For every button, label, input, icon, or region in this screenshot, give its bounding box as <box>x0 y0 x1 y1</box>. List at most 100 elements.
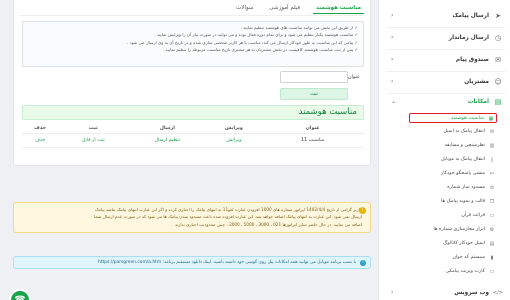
chevron-left-icon: ‹ <box>391 289 394 296</box>
submenu-label: نظرسنجی و مسابقه <box>444 143 486 148</box>
info-text: با نصب برنامه موبایل می توانید همه امکان… <box>98 260 356 265</box>
submenu-label: سیستم کد خوان <box>452 255 485 260</box>
submenu-label: قالب و نمونه پیامک ها <box>441 199 485 204</box>
title-input[interactable] <box>280 71 348 83</box>
submenu-item-poll[interactable]: ▥ نظرسنجی و مسابقه <box>409 141 497 151</box>
tab-bar: مناسبت هوشمند فیلم آموزشی سوالات <box>233 3 364 14</box>
submenu-label: قرائت قرآن <box>461 213 485 218</box>
submenu-item-code-reader[interactable]: ▮ سیستم کد خوان <box>409 253 497 263</box>
submenu-item-auto-reply[interactable]: ↩ منشی پاسخگو خودکار <box>409 169 497 179</box>
submenu-label: ابزار مجازسازی شماره ها <box>433 227 485 232</box>
tab-questions[interactable]: سوالات <box>233 3 256 14</box>
inbox-icon: ✉ <box>495 56 501 64</box>
submenu-item-number-blocker[interactable]: ⊘ مسدود ساز شماره <box>409 183 497 193</box>
sidebar-item-inbox[interactable]: ✉ صندوق پیام ‹ <box>387 54 505 66</box>
submenu-item-number-tools[interactable]: ⚙ ابزار مجازسازی شماره ها <box>409 225 497 235</box>
support-chat-button[interactable]: ☎ <box>9 289 31 300</box>
template-icon: ❐ <box>489 199 495 205</box>
col-edit: ویرایش <box>206 124 262 134</box>
col-send: ارسال <box>128 124 207 134</box>
clipboard-icon: ▤ <box>494 98 502 106</box>
chevron-down-icon: ⌄ <box>391 98 397 105</box>
table-row: مناسبت 11 ویرایش تنظیم ارسال ثبت از فایل… <box>22 133 364 148</box>
col-delete: حذف <box>22 124 59 134</box>
book-icon: ▭ <box>489 213 495 219</box>
catalog-icon: ▤ <box>489 241 495 247</box>
submenu-label: مناسبت هوشمند <box>451 116 484 121</box>
mobile-icon: ▯ <box>490 157 494 163</box>
submenu-label: مسدود ساز شماره <box>447 185 485 190</box>
note-line: ✓ از طریق این بخش می توانید مناسبت های ه… <box>240 25 358 30</box>
submenu-item-quran[interactable]: ▭ قرائت قرآن <box>409 211 497 221</box>
edit-link[interactable]: ویرایش <box>226 138 241 143</box>
row-title: مناسبت 11 <box>261 133 364 148</box>
send-icon: ➤ <box>495 12 501 20</box>
tab-divider <box>20 15 364 16</box>
section-heading: مناسبت هوشمند <box>22 105 364 120</box>
submenu-label: ایمیل خودکار کاتالوگ <box>443 241 485 246</box>
submenu-item-templates[interactable]: ❐ قالب و نمونه پیامک ها <box>409 197 497 207</box>
sidebar-item-label: وب سرویس <box>454 290 489 296</box>
col-register: ثبت <box>58 124 129 134</box>
note-line: ✓ پیامی که این مناسبت به طور خودکار ارسا… <box>127 39 358 45</box>
sidebar-item-send-sms[interactable]: ➤ ارسال پیامک ‹ <box>387 10 505 22</box>
submenu-label: انتقال پیامک به موبایل <box>441 157 485 162</box>
info-icon: i <box>360 260 366 266</box>
chevron-left-icon: ‹ <box>391 34 394 41</box>
sidebar-item-label: امکانات <box>467 99 489 105</box>
reply-icon: ↩ <box>489 171 495 177</box>
title-label: عنوان <box>347 74 360 80</box>
submenu-item-sms-to-mobile[interactable]: ▯ انتقال پیامک به موبایل <box>409 155 497 165</box>
submenu-item-business-card[interactable]: ▭ کارت ویزیت پیامکی <box>409 267 497 277</box>
submenu-item-sms-to-email[interactable]: ✉ انتقال پیامک به ایمیل <box>409 127 497 137</box>
sidebar-item-web-service[interactable]: </> وب سرویس ‹ <box>387 287 505 299</box>
occasions-table: عنوان ویرایش ارسال ثبت حذف مناسبت 11 ویر… <box>22 124 364 148</box>
card-icon: ▭ <box>489 269 495 275</box>
tool-icon: ⚙ <box>489 227 495 233</box>
users-icon: ☺ <box>494 78 502 86</box>
chevron-left-icon: ‹ <box>391 12 394 19</box>
sidebar: ➤ ارسال پیامک ‹ ◷ ارسال زماندار ‹ ✉ صندو… <box>378 0 510 300</box>
clock-icon: ◷ <box>494 34 502 42</box>
warning-line: ارسال نمی شود. این عبارت به انتهای پیامک… <box>94 214 362 220</box>
warning-icon: ! <box>359 207 366 214</box>
chevron-left-icon: ‹ <box>391 78 394 85</box>
delete-link[interactable]: حذف <box>35 138 45 143</box>
sidebar-item-label: ارسال زماندار <box>448 35 489 41</box>
info-alert: i با نصب برنامه موبایل می توانید همه امک… <box>13 256 371 269</box>
mail-icon: ✉ <box>489 129 495 135</box>
warning-line: کاربر گرامی از تاریخ 1402/4/4 اپراتور شم… <box>94 207 362 212</box>
divider <box>387 71 505 72</box>
divider <box>387 27 505 28</box>
save-button[interactable]: ثبت <box>280 88 348 100</box>
submenu-item-smart-occasion[interactable]: ▦ مناسبت هوشمند <box>409 113 497 123</box>
main-content: مناسبت هوشمند فیلم آموزشی سوالات ✓ از طر… <box>0 0 378 300</box>
table-header-row: عنوان ویرایش ارسال ثبت حذف <box>22 124 364 134</box>
poll-icon: ▥ <box>489 143 495 149</box>
sidebar-item-customers[interactable]: ☺ مشتریان ‹ <box>387 76 505 88</box>
chevron-left-icon: ‹ <box>391 56 394 63</box>
sidebar-item-label: صندوق پیام <box>455 57 489 63</box>
submenu-label: کارت ویزیت پیامکی <box>445 269 485 274</box>
submenu-label: انتقال پیامک به ایمیل <box>443 129 485 134</box>
sidebar-item-features[interactable]: ▤ امکانات ⌄ <box>387 96 505 108</box>
barcode-icon: ▮ <box>490 255 494 261</box>
code-icon: </> <box>492 290 503 296</box>
sidebar-item-label: مشتریان <box>464 79 489 85</box>
submenu-label: منشی پاسخگو خودکار <box>440 171 485 176</box>
notes-box: ✓ از طریق این بخش می توانید مناسبت های ه… <box>22 21 364 67</box>
warning-alert: ! کاربر گرامی از تاریخ 1402/4/4 اپراتور … <box>13 202 371 233</box>
sidebar-item-label: ارسال پیامک <box>452 13 490 19</box>
smart-occasion-card: مناسبت هوشمند فیلم آموزشی سوالات ✓ از طر… <box>13 0 371 166</box>
tab-tutorial-video[interactable]: فیلم آموزشی <box>266 3 303 14</box>
submenu-item-catalog-email[interactable]: ▤ ایمیل خودکار کاتالوگ <box>409 239 497 249</box>
import-file-link[interactable]: ثبت از فایل <box>82 138 105 143</box>
note-line: ✓ پس از ثبت مناسبت هوشمند کافیست در بخش … <box>162 47 358 53</box>
warning-line: اضافه می نمایید. در حال حاضر سایر اپراتو… <box>174 221 362 227</box>
calendar-icon: ▦ <box>488 116 494 122</box>
sidebar-item-scheduled[interactable]: ◷ ارسال زماندار ‹ <box>387 32 505 44</box>
send-settings-link[interactable]: تنظیم ارسال <box>155 138 181 143</box>
col-title: عنوان <box>261 124 364 134</box>
divider <box>387 93 505 94</box>
tab-smart-occasion[interactable]: مناسبت هوشمند <box>313 3 364 14</box>
